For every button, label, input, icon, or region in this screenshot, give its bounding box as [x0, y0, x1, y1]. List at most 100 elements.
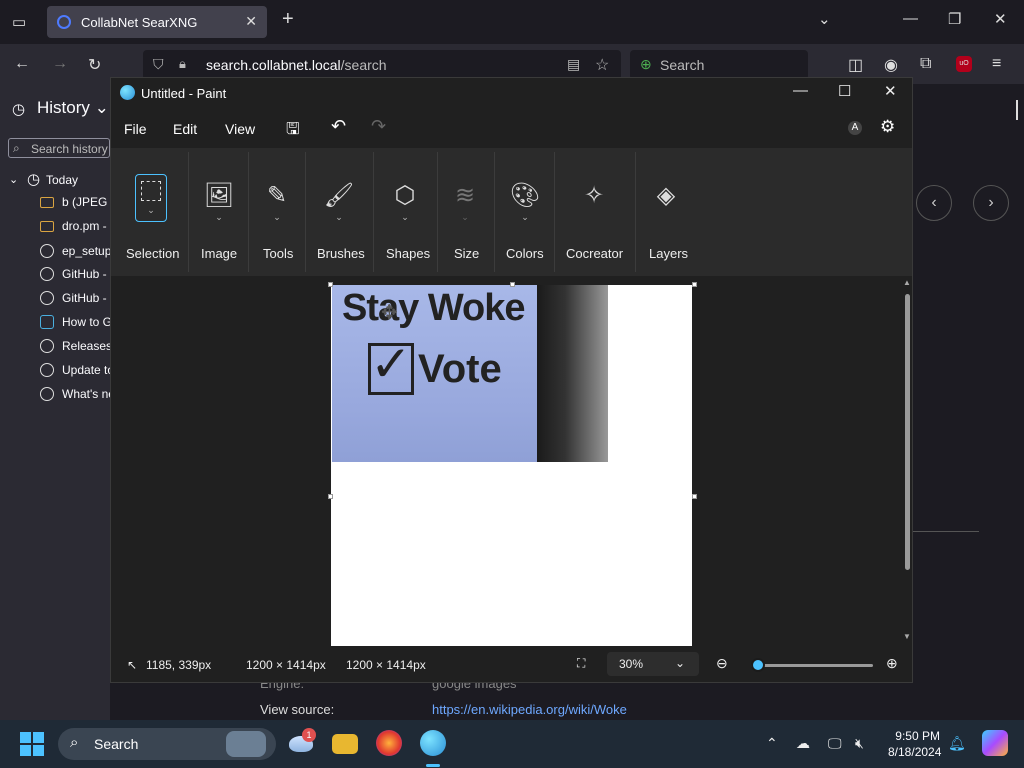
minimize-icon[interactable]: —: [903, 10, 918, 27]
history-item[interactable]: GitHub -: [40, 291, 110, 305]
tool-layers[interactable]: ◈ Layers: [648, 148, 688, 276]
paint-minimize-icon[interactable]: —: [793, 82, 808, 99]
canvas-area[interactable]: Stay Woke ✓ Vote ✥ ▲ ▼: [111, 276, 912, 646]
history-sidebar: ◷ History ⌄ ⌕ Search history ⌄ ◷ Today b…: [0, 84, 110, 720]
close-tab-icon[interactable]: ✕: [245, 13, 257, 30]
account-icon[interactable]: ◉: [884, 55, 898, 75]
history-item[interactable]: What's ne: [40, 387, 110, 401]
reload-icon[interactable]: ↻: [88, 55, 101, 75]
tool-brushes[interactable]: 🖌︎ ⌄ Brushes: [317, 148, 365, 276]
paint-maximize-icon[interactable]: ☐: [838, 82, 851, 100]
next-arrow-icon[interactable]: ›: [973, 185, 1009, 221]
pocket-icon[interactable]: ◫: [848, 55, 863, 75]
start-button[interactable]: [20, 732, 44, 756]
tool-shapes[interactable]: ⬡ ⌄ Shapes: [385, 148, 430, 276]
list-tabs-chevron-icon[interactable]: ⌄: [818, 10, 831, 28]
chevron-down-icon[interactable]: ⌄: [9, 173, 18, 186]
menu-file[interactable]: File: [124, 121, 147, 137]
taskbar-clock[interactable]: 9:50 PM 8/18/2024: [888, 728, 941, 760]
restore-icon[interactable]: ❐: [948, 10, 961, 28]
extensions-icon[interactable]: ⧉: [920, 55, 931, 73]
history-item[interactable]: ep_setup: [40, 244, 110, 258]
zoom-dropdown[interactable]: 30% ⌄: [607, 652, 699, 676]
account-badge-icon[interactable]: A: [848, 121, 862, 135]
tool-tools[interactable]: ✎ ⌄ Tools: [262, 148, 293, 276]
browser-search-bar[interactable]: ⊕ Search: [630, 50, 808, 80]
tool-colors[interactable]: 🎨︎ ⌄ Colors: [506, 148, 544, 276]
resize-handle[interactable]: [328, 282, 333, 287]
search-icon: ⌕: [13, 141, 20, 155]
tool-selection[interactable]: ⌄ Selection: [126, 148, 179, 276]
history-group-today[interactable]: Today: [46, 173, 78, 187]
history-item[interactable]: Releases: [40, 339, 110, 353]
history-item[interactable]: b (JPEG Ir: [40, 195, 110, 209]
history-item[interactable]: Update to: [40, 363, 110, 377]
redo-icon[interactable]: ↷: [371, 116, 386, 137]
history-title-button[interactable]: History ⌄: [37, 98, 109, 118]
url-host: search.collabnet.local: [206, 57, 341, 73]
new-tab-icon[interactable]: +: [282, 8, 294, 31]
globe-icon: [40, 387, 54, 401]
zoom-in-icon[interactable]: ⊕: [886, 655, 898, 672]
scroll-down-icon[interactable]: ▼: [903, 632, 911, 641]
paint-close-icon[interactable]: ✕: [884, 82, 897, 100]
prev-arrow-icon[interactable]: ‹: [916, 185, 952, 221]
menu-icon[interactable]: ≡: [992, 55, 1001, 73]
scroll-up-icon[interactable]: ▲: [903, 278, 911, 287]
paint-app-icon[interactable]: [420, 730, 446, 756]
fit-to-window-icon[interactable]: ⛶: [577, 656, 585, 671]
palette-icon: 🎨︎: [509, 182, 541, 209]
resize-handle[interactable]: [692, 282, 697, 287]
bookmark-star-icon[interactable]: ☆: [595, 55, 609, 75]
resize-handle[interactable]: [692, 494, 697, 499]
ribbon-divider: [635, 152, 636, 272]
resize-handle[interactable]: [328, 494, 333, 499]
tool-colors-label: Colors: [506, 246, 544, 261]
reader-view-icon[interactable]: ▤: [567, 56, 580, 73]
check-icon: ✓: [370, 336, 412, 392]
scroll-thumb[interactable]: [905, 294, 910, 570]
history-item-label: GitHub -: [62, 291, 107, 305]
file-explorer-icon[interactable]: [332, 734, 358, 754]
view-source-link[interactable]: https://en.wikipedia.org/wiki/Woke: [432, 702, 627, 717]
menu-edit[interactable]: Edit: [173, 121, 197, 137]
tool-image[interactable]: 🖼︎ ⌄ Image: [201, 148, 237, 276]
tab-searxng[interactable]: CollabNet SearXNG ✕: [47, 6, 267, 38]
history-item[interactable]: How to G: [40, 315, 110, 329]
ublock-icon[interactable]: uO: [956, 56, 972, 72]
back-icon[interactable]: ←: [14, 55, 30, 73]
tool-cocreator[interactable]: ✧ Cocreator: [566, 148, 624, 276]
history-item[interactable]: GitHub -: [40, 267, 110, 281]
volume-icon[interactable]: 🔇︎: [855, 735, 864, 752]
tab-overview-icon[interactable]: ▭: [12, 13, 26, 31]
zoom-out-icon[interactable]: ⊖: [716, 655, 728, 672]
forward-icon[interactable]: →: [52, 55, 68, 73]
search-history-input[interactable]: ⌕ Search history: [8, 138, 110, 158]
paint-canvas[interactable]: Stay Woke ✓ Vote ✥: [331, 285, 692, 646]
firefox-icon[interactable]: [376, 730, 402, 756]
onedrive-icon[interactable]: ☁: [796, 735, 810, 752]
notification-bell-icon[interactable]: 🔔︎: [948, 735, 966, 752]
tool-layers-label: Layers: [649, 246, 689, 261]
vertical-scrollbar[interactable]: ▲ ▼: [903, 276, 912, 646]
search-results-page: ‹ ›: [913, 84, 1024, 720]
pasted-photo[interactable]: Stay Woke ✓ Vote: [332, 285, 608, 462]
zoom-slider-track[interactable]: [751, 664, 873, 667]
shield-icon[interactable]: ⛉: [153, 56, 164, 73]
copilot-icon[interactable]: [982, 730, 1008, 756]
taskbar-search[interactable]: ⌕ Search: [58, 728, 276, 760]
menu-view[interactable]: View: [225, 121, 255, 137]
close-window-icon[interactable]: ✕: [994, 10, 1007, 28]
settings-gear-icon[interactable]: ⚙: [880, 117, 895, 137]
tool-cocreator-label: Cocreator: [566, 246, 624, 261]
history-item[interactable]: dro.pm -: [40, 219, 110, 233]
display-icon[interactable]: 🖵︎: [828, 735, 842, 752]
save-icon[interactable]: 🖫︎: [286, 118, 300, 145]
zoom-slider-thumb[interactable]: [751, 658, 765, 672]
show-hidden-icons-icon[interactable]: ⌃: [766, 735, 778, 752]
lock-icon[interactable]: 🔒︎: [179, 56, 186, 72]
url-bar[interactable]: ⛉ 🔒︎ search.collabnet.local/search ▤ ☆: [143, 50, 621, 80]
tool-size[interactable]: ≋ ⌄ Size: [453, 148, 479, 276]
resize-handle[interactable]: [510, 282, 515, 287]
undo-icon[interactable]: ↶: [331, 116, 346, 137]
